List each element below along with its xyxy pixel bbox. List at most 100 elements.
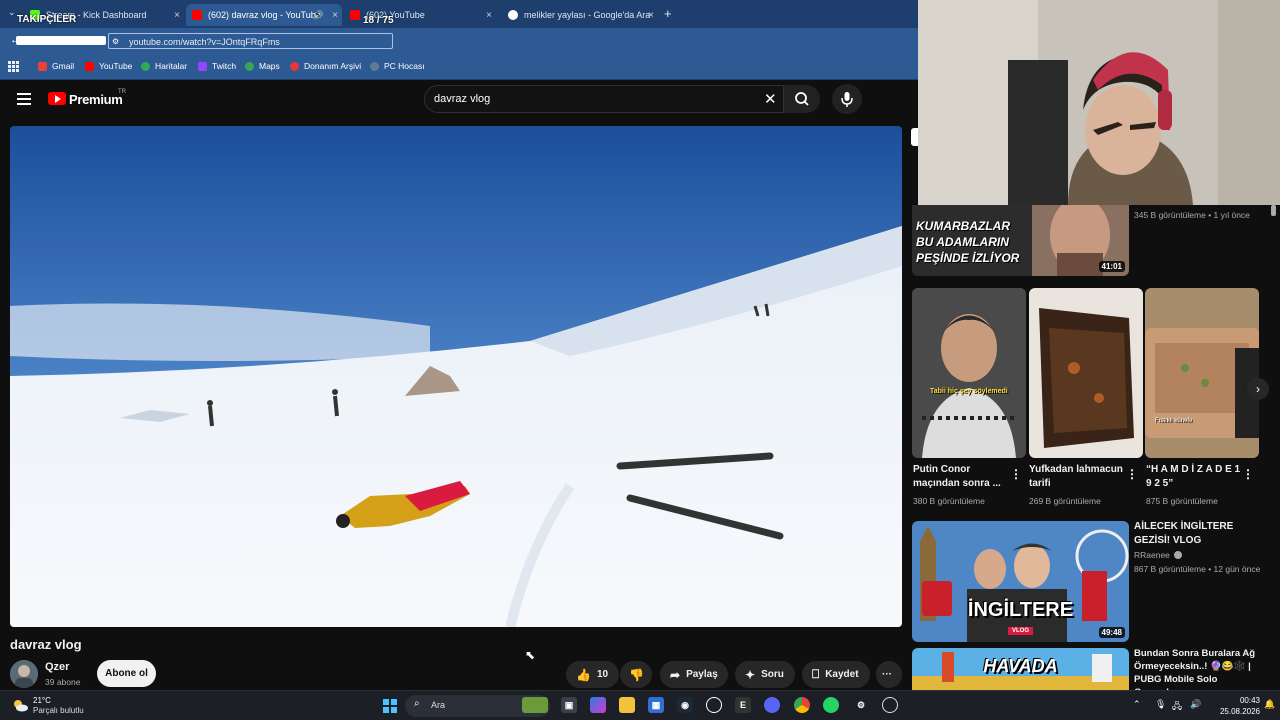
tab-close-icon[interactable]: ×	[648, 10, 654, 21]
search-input[interactable]: davraz vlog	[434, 93, 490, 105]
search-icon: ⌕	[414, 698, 420, 709]
subscribe-button[interactable]: Abone ol	[97, 660, 156, 687]
volume-icon[interactable]: 🔊	[1190, 699, 1201, 710]
more-vert-icon[interactable]: ⋮	[1010, 467, 1022, 481]
short-views: 380 B görüntüleme	[913, 496, 985, 506]
youtube-premium-logo[interactable]: Premium	[69, 92, 123, 107]
system-clock[interactable]: 00:43 25.08.2026	[1212, 695, 1260, 717]
more-vert-icon[interactable]: ⋮	[1242, 467, 1254, 481]
search-button[interactable]	[784, 85, 820, 113]
more-actions-button[interactable]: ···	[876, 661, 902, 688]
short-thumbnail-putin[interactable]: Tabii hiç şey söylemedi	[912, 288, 1026, 458]
partly-cloudy-icon[interactable]	[12, 698, 28, 712]
whatsapp-icon[interactable]	[823, 697, 839, 713]
save-button[interactable]: ⎕ Kaydet	[802, 661, 870, 688]
video-player[interactable]	[10, 126, 902, 627]
search-icon	[795, 92, 809, 106]
save-label: Kaydet	[825, 669, 859, 680]
audio-playing-icon[interactable]: 🔊	[313, 10, 324, 21]
map-pin-icon	[141, 61, 150, 71]
short-title[interactable]: “H A M D İ Z A D E 1 9 2 5”	[1146, 463, 1241, 491]
apps-grid-icon[interactable]	[8, 61, 19, 72]
like-button[interactable]: 👍 10	[566, 661, 619, 688]
share-button[interactable]: ➦ Paylaş	[660, 661, 728, 688]
short-thumbnail-hamdizade[interactable]: Fıstıklı künefe	[1145, 288, 1259, 458]
short-title[interactable]: Putin Conor maçından sonra ...	[913, 463, 1008, 491]
tab-close-icon[interactable]: ×	[486, 10, 492, 21]
channel-name[interactable]: Qzer	[45, 661, 69, 673]
bookmark-label: Haritalar	[155, 61, 188, 71]
tab-search-chevron-icon[interactable]: ⌄	[8, 7, 16, 18]
file-explorer-icon[interactable]	[619, 697, 635, 713]
task-view-icon[interactable]: ▣	[561, 697, 577, 713]
tab-close-icon[interactable]: ×	[332, 10, 338, 21]
bookmark-maps[interactable]: Maps	[245, 61, 280, 71]
microsoft-store-icon[interactable]: ▦	[648, 697, 664, 713]
bookmark-label: PC Hocası	[384, 61, 425, 71]
steam-icon[interactable]: ◉	[677, 697, 693, 713]
more-vert-icon[interactable]: ⋮	[1126, 467, 1138, 481]
weather-temperature[interactable]: 21°C	[33, 696, 51, 705]
dislike-button[interactable]: 👎	[620, 661, 652, 688]
scrollbar-thumb[interactable]	[1271, 205, 1276, 216]
related-video-thumbnail[interactable]: HAVADA	[912, 648, 1129, 690]
weather-condition[interactable]: Parçalı bulutlu	[33, 706, 84, 715]
microphone-tray-icon[interactable]: 🎙	[1155, 699, 1166, 710]
discord-icon[interactable]	[764, 697, 780, 713]
bookmark-label: Maps	[259, 61, 280, 71]
bookmark-youtube[interactable]: YouTube	[85, 61, 132, 71]
tab-google-search[interactable]: melikler yaylası - Google'da Ara ×	[502, 4, 658, 26]
ask-button[interactable]: ✦ Soru	[735, 661, 795, 688]
site-info-icon[interactable]: ⚙	[112, 37, 119, 46]
pc-hocasi-icon	[370, 61, 379, 71]
related-video-thumbnail[interactable]: KUMARBAZLAR BU ADAMLARIN PEŞİNDE İZLİYOR…	[912, 205, 1129, 276]
thumbnail-image	[1145, 288, 1259, 458]
related-video-thumbnail[interactable]: İNGİLTERE VLOG 49:48	[912, 521, 1129, 642]
bookmark-gmail[interactable]: Gmail	[38, 61, 74, 71]
related-video-title[interactable]: AİLECEK İNGİLTERE GEZİSİ! VLOG	[1134, 520, 1264, 548]
chrome-icon[interactable]	[794, 697, 810, 713]
url-text: youtube.com/watch?v=JOntqFRqFms	[129, 37, 280, 47]
search-highlight-icon[interactable]	[522, 697, 548, 713]
related-video-channel[interactable]: RRaenee	[1134, 550, 1182, 560]
youtube-header: Premium TR davraz vlog ✕	[0, 81, 918, 119]
youtube-logo-icon[interactable]	[48, 92, 66, 105]
new-tab-button[interactable]: +	[664, 6, 672, 21]
shorts-next-arrow-icon[interactable]: ›	[1247, 378, 1269, 400]
gmail-icon	[38, 61, 47, 71]
thumbnail-text-line: KUMARBAZLAR	[916, 219, 1010, 233]
short-caption: Fıstıklı künefe	[1155, 418, 1193, 424]
notification-bell-icon[interactable]: 🔔	[1264, 699, 1275, 710]
tab-davraz-vlog[interactable]: (602) davraz vlog - YouTube 🔊 ×	[186, 4, 342, 26]
bookmark-donanim-arsivi[interactable]: Donanım Arşivi	[290, 61, 361, 71]
taskbar-search-placeholder[interactable]: Ara	[431, 700, 445, 710]
related-video-meta: 867 B görüntüleme • 12 gün önce	[1134, 564, 1261, 574]
tab-close-icon[interactable]: ×	[174, 10, 180, 21]
thumbnail-image	[1029, 288, 1143, 458]
ask-label: Soru	[761, 669, 784, 680]
voice-search-button[interactable]	[832, 84, 862, 114]
chatgpt-icon[interactable]	[706, 697, 722, 713]
windows-start-icon[interactable]	[383, 699, 397, 713]
copilot-icon[interactable]	[590, 697, 606, 713]
channel-avatar[interactable]	[10, 660, 38, 688]
bookmark-twitch[interactable]: Twitch	[198, 61, 236, 71]
related-video-title[interactable]: Bundan Sonra Buralara Ağ Örmeyeceksin..!…	[1134, 647, 1264, 690]
tab-title: (602) davraz vlog - YouTube	[208, 10, 321, 20]
sidebar-scrollbar[interactable]	[1271, 205, 1276, 685]
epic-games-icon[interactable]: E	[735, 697, 751, 713]
region-code: TR	[118, 89, 126, 95]
thumbnail-image	[912, 521, 1129, 642]
network-icon[interactable]: 🖧	[1172, 699, 1182, 715]
short-title[interactable]: Yufkadan lahmacun tarifi	[1029, 463, 1124, 491]
short-thumbnail-lahmacun[interactable]	[1029, 288, 1143, 458]
obs-studio-icon[interactable]	[882, 697, 898, 713]
bookmark-pc-hocasi[interactable]: PC Hocası	[370, 61, 425, 71]
menu-icon[interactable]	[17, 93, 31, 108]
bookmark-haritalar[interactable]: Haritalar	[141, 61, 187, 71]
address-bar: ← ⚙ youtube.com/watch?v=JOntqFRqFms	[0, 28, 918, 54]
settings-gear-icon[interactable]: ⚙	[853, 697, 869, 713]
clear-search-icon[interactable]: ✕	[764, 90, 777, 108]
short-views: 875 B görüntüleme	[1146, 496, 1218, 506]
tray-chevron-up-icon[interactable]: ⌃	[1133, 699, 1141, 710]
